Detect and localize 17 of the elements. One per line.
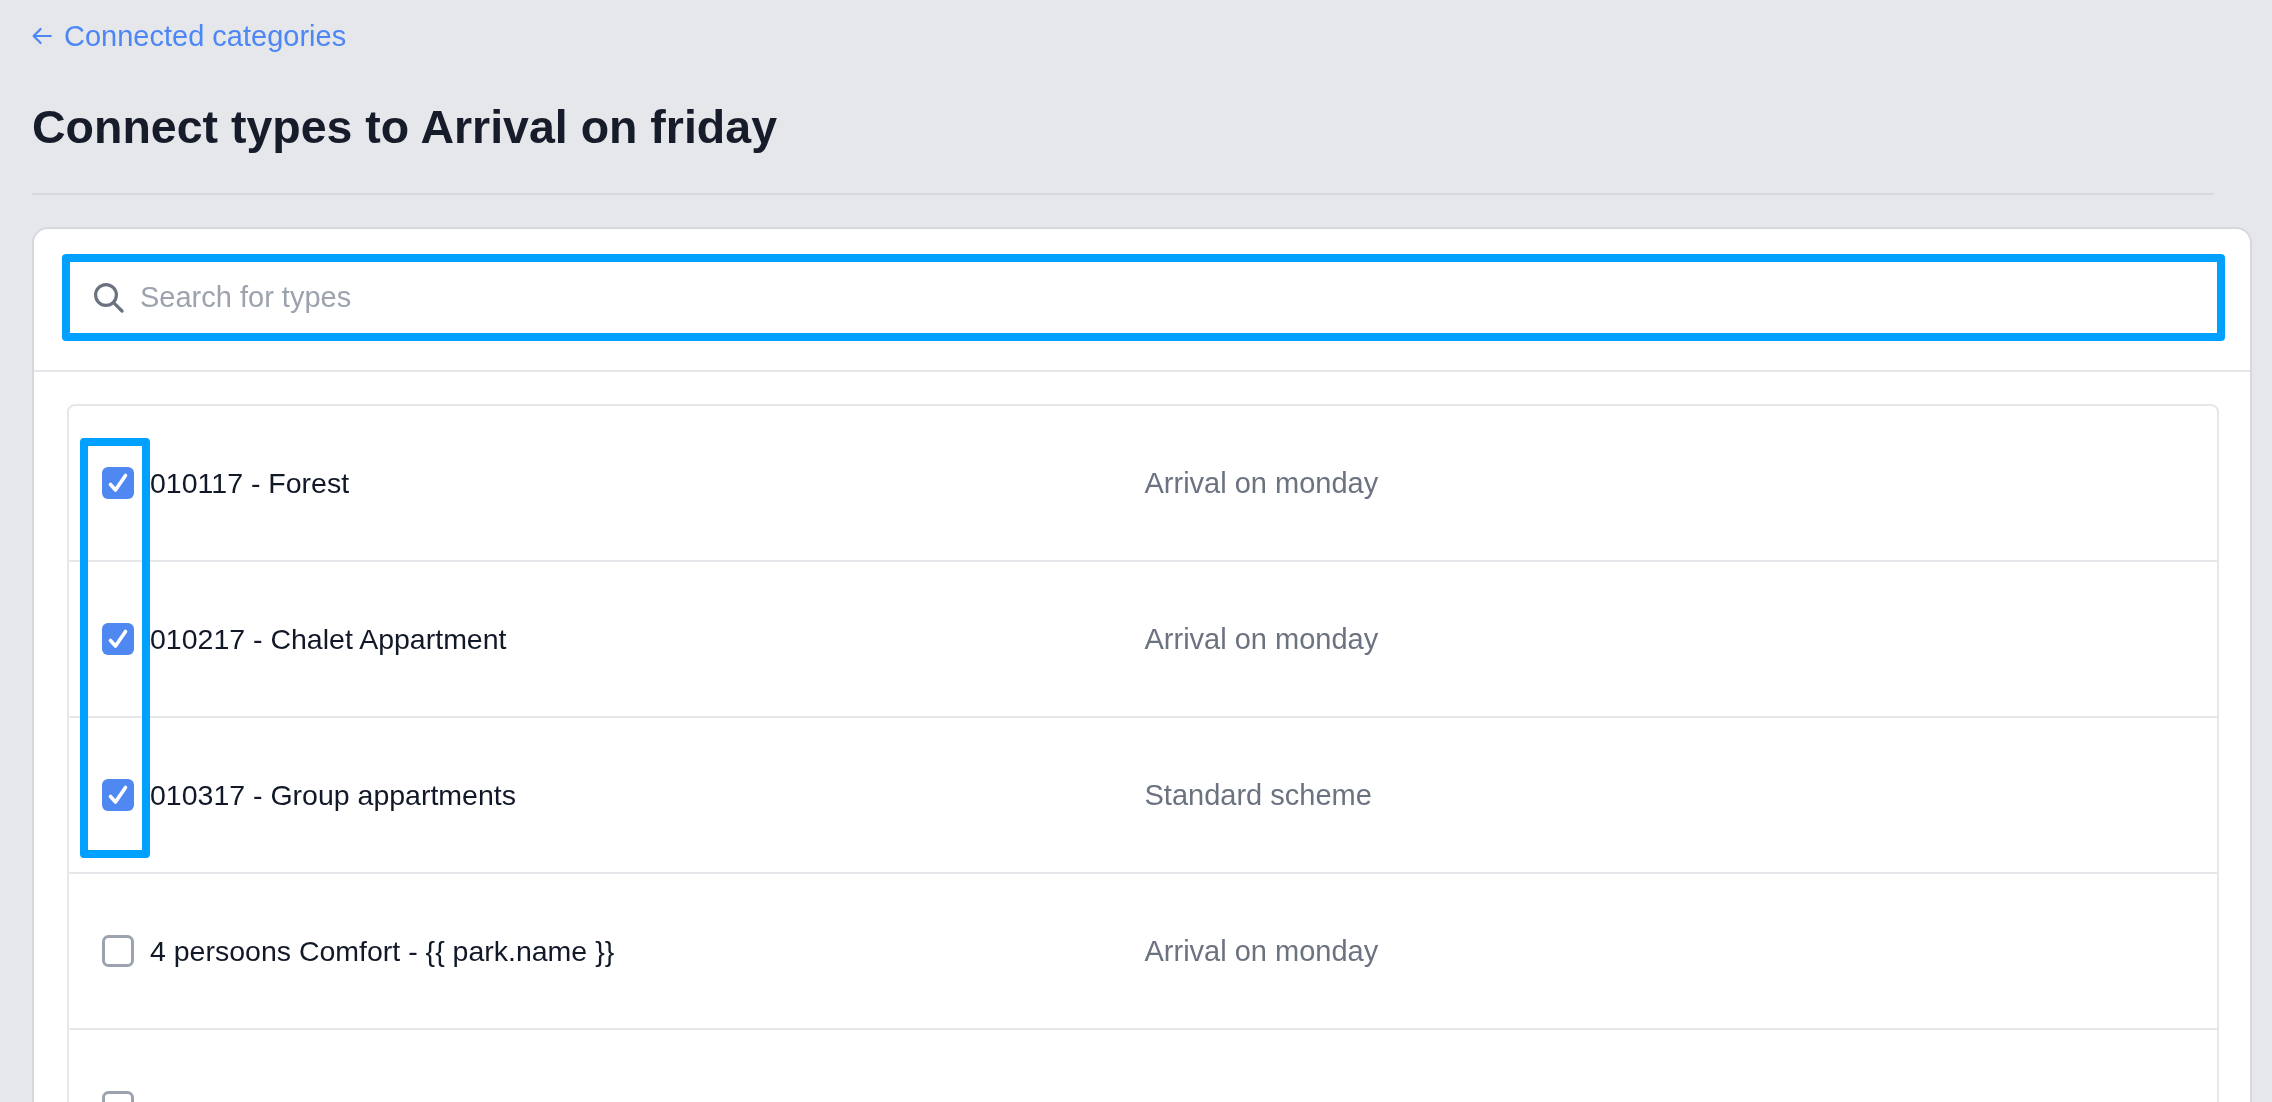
scheme-name: Arrival on monday (1144, 623, 1379, 655)
search-field[interactable]: Search for types (62, 254, 2225, 341)
scheme-name: Arrival on monday (1144, 467, 1379, 499)
checkbox[interactable] (102, 935, 134, 967)
checkbox[interactable] (102, 623, 134, 655)
arrow-left-icon (32, 27, 52, 45)
back-link[interactable]: Connected categories (32, 16, 347, 56)
checkbox[interactable] (102, 467, 134, 499)
type-name: 010117 - Forest (150, 467, 350, 499)
page-title: Connect types to Arrival on friday (32, 100, 777, 155)
type-name: 010217 - Chalet Appartment (150, 623, 507, 655)
scheme-name: Standard scheme (1144, 779, 1372, 811)
checkbox[interactable] (102, 779, 134, 811)
search-icon (93, 282, 124, 313)
type-name: 4 persoons Comfort - {{ park.name }} (150, 935, 615, 967)
type-name: 010317 - Group appartments (150, 779, 516, 811)
scheme-name: Arrival on monday (1144, 935, 1379, 967)
